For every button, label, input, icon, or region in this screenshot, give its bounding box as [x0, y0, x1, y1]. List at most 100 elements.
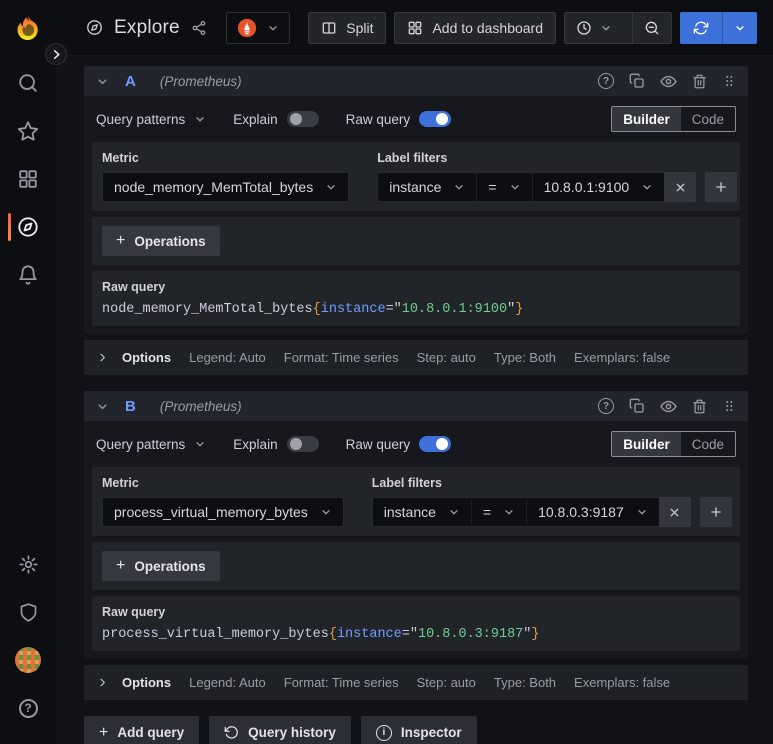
run-query-button[interactable] — [680, 12, 722, 44]
query-history-button[interactable]: Query history — [209, 716, 351, 744]
add-filter-button[interactable] — [699, 497, 732, 527]
drag-handle[interactable] — [722, 398, 736, 414]
plus-icon: + — [116, 232, 126, 249]
chevron-down-icon — [643, 185, 651, 190]
query-patterns-dropdown[interactable]: Query patterns — [96, 437, 206, 452]
eye-icon — [660, 400, 677, 412]
datasource-picker[interactable] — [225, 11, 290, 44]
label-operator-select[interactable]: = — [476, 172, 532, 202]
mode-code-option[interactable]: Code — [681, 107, 735, 131]
raw-query-toggle-field: Raw query — [346, 111, 452, 127]
label-name-select[interactable]: instance — [371, 497, 471, 527]
sidebar-item-profile[interactable] — [4, 638, 52, 682]
remove-query-button[interactable] — [692, 74, 707, 89]
options-legend: Legend: Auto — [189, 350, 266, 365]
label-value-select[interactable]: 10.8.0.3:9187 — [526, 497, 659, 527]
sidebar-item-dashboards[interactable] — [4, 157, 52, 201]
query-help-button[interactable]: ? — [598, 398, 614, 414]
add-query-button[interactable]: + Add query — [84, 716, 200, 744]
chevron-down-icon — [269, 25, 277, 30]
duplicate-query-button[interactable] — [629, 73, 645, 89]
options-legend: Legend: Auto — [189, 675, 266, 690]
explain-switch[interactable] — [286, 436, 319, 452]
raw-query-code: process_virtual_memory_bytes{instance="1… — [102, 627, 730, 642]
query-help-button[interactable]: ? — [598, 73, 614, 89]
query-ref-id[interactable]: B — [125, 398, 136, 415]
raw-query-switch[interactable] — [419, 111, 452, 127]
metric-field-label: Metric — [102, 151, 139, 165]
sidebar-item-configuration[interactable] — [4, 542, 52, 586]
label-name-select[interactable]: instance — [377, 172, 477, 202]
metric-select[interactable]: process_virtual_memory_bytes — [102, 497, 344, 527]
question-circle-icon: ? — [598, 398, 614, 414]
query-row-header[interactable]: A (Prometheus) ? — [84, 66, 748, 96]
split-button[interactable]: Split — [308, 11, 387, 44]
expand-sidebar-button[interactable] — [45, 43, 67, 65]
query-ref-id[interactable]: A — [125, 73, 136, 90]
options-step: Step: auto — [416, 350, 476, 365]
options-exemplars: Exemplars: false — [574, 350, 671, 365]
duplicate-query-button[interactable] — [629, 398, 645, 414]
metric-labels-card: Metric node_memory_MemTotal_bytes Label … — [92, 142, 740, 211]
switch-knob — [436, 113, 449, 125]
mode-code-option[interactable]: Code — [681, 432, 735, 456]
refresh-interval-dropdown[interactable] — [722, 11, 757, 44]
chevron-down-icon — [327, 185, 335, 190]
zoom-out-time-button[interactable] — [632, 12, 671, 43]
drag-handle[interactable] — [722, 73, 736, 89]
query-row-actions: ? — [598, 73, 736, 90]
label-filter-group: instance = 10.8.0.3:9187 — [371, 497, 691, 527]
query-editor-row-a: A (Prometheus) ? Query patterns Explain … — [84, 66, 748, 375]
add-operation-button[interactable]: + Operations — [102, 226, 220, 256]
inspector-button[interactable]: i Inspector — [360, 716, 477, 744]
query-patterns-dropdown[interactable]: Query patterns — [96, 112, 206, 127]
remove-filter-button[interactable] — [658, 497, 691, 527]
label-filters-field: Label filters instance = — [377, 151, 738, 202]
options-type: Type: Both — [493, 350, 557, 365]
close-icon — [670, 508, 679, 516]
query-editor-row-b: B (Prometheus) ? Query patterns Explain … — [84, 391, 748, 700]
add-filter-button[interactable] — [705, 172, 738, 202]
plus-icon — [710, 507, 721, 517]
grafana-logo[interactable] — [8, 9, 48, 49]
metric-select[interactable]: node_memory_MemTotal_bytes — [102, 172, 350, 202]
explain-switch[interactable] — [286, 111, 319, 127]
label-name-value: instance — [389, 179, 442, 195]
collapse-query-icon[interactable] — [96, 75, 109, 88]
query-row-header[interactable]: B (Prometheus) ? — [84, 391, 748, 421]
query-options-row[interactable]: Options Legend: Auto Format: Time series… — [84, 340, 748, 375]
sidebar-item-starred[interactable] — [4, 109, 52, 153]
collapse-query-icon[interactable] — [96, 400, 109, 413]
query-options-row[interactable]: Options Legend: Auto Format: Time series… — [84, 665, 748, 700]
share-alt-icon[interactable] — [191, 20, 207, 36]
raw-query-code: node_memory_MemTotal_bytes{instance="10.… — [102, 302, 730, 317]
options-format: Format: Time series — [283, 350, 399, 365]
time-range-picker[interactable] — [565, 13, 623, 43]
star-icon — [17, 121, 39, 141]
chevron-right-icon — [100, 678, 105, 687]
query-datasource-label: (Prometheus) — [159, 73, 242, 89]
bell-icon — [19, 265, 37, 285]
raw-query-label: Raw query — [102, 605, 166, 619]
disable-query-button[interactable] — [660, 398, 677, 415]
sidebar-item-help[interactable]: ? — [4, 686, 52, 730]
disable-query-button[interactable] — [660, 73, 677, 90]
toolbar-left: Explore — [86, 11, 290, 44]
label-operator-select[interactable]: = — [470, 497, 527, 527]
main-area: Explore Split Add to dashboard A (Promet… — [56, 0, 773, 744]
sidebar-item-explore[interactable] — [4, 205, 52, 249]
sidebar-item-server-admin[interactable] — [4, 590, 52, 634]
remove-filter-button[interactable] — [664, 172, 697, 202]
add-operation-button[interactable]: + Operations — [102, 551, 220, 581]
add-to-dashboard-button[interactable]: Add to dashboard — [394, 11, 556, 44]
chevron-down-icon — [455, 185, 463, 190]
sidebar-item-alerting[interactable] — [4, 253, 52, 297]
mode-builder-option[interactable]: Builder — [612, 432, 681, 456]
label-value-select[interactable]: 10.8.0.1:9100 — [531, 172, 665, 202]
mode-builder-option[interactable]: Builder — [612, 107, 681, 131]
raw-query-switch[interactable] — [419, 436, 452, 452]
sidebar-item-search[interactable] — [4, 61, 52, 105]
code-brace-close: } — [515, 302, 524, 317]
query-editor-body: Query patterns Explain Raw query Builder… — [84, 421, 748, 659]
remove-query-button[interactable] — [692, 399, 707, 414]
